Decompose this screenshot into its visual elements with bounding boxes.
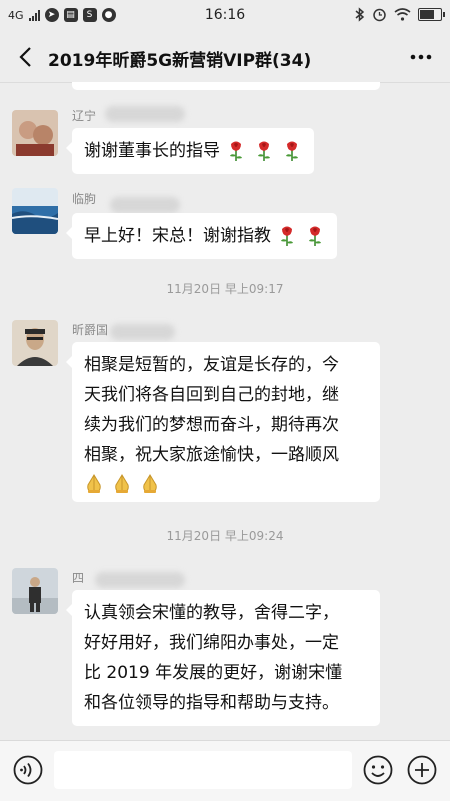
message-line: 比 2019 年发展的更好，谢谢宋懂 [84, 663, 343, 683]
avatar[interactable] [12, 320, 58, 366]
message-text: 谢谢董事长的指导 [84, 141, 220, 161]
wifi-icon [394, 8, 411, 21]
battery-icon [418, 8, 445, 21]
plus-circle-icon [407, 755, 437, 785]
message-line: 认真领会宋懂的教导，舍得二字， [84, 603, 339, 623]
voice-icon [13, 755, 43, 785]
message-line: 续为我们的梦想而奋斗，期待再次 [84, 415, 339, 435]
more-button[interactable] [406, 44, 436, 70]
chat-title: 2019年昕爵5G新营销VIP群(34) [48, 51, 312, 71]
emoji-group [226, 140, 302, 162]
sender-name: 昕爵国 [72, 323, 109, 337]
folded-hands-icon [87, 474, 101, 493]
plus-button[interactable] [406, 754, 438, 786]
rose-icon [258, 141, 270, 161]
avatar[interactable] [12, 568, 58, 614]
status-bar: 4G ➤ ▤ S ● 16:16 [0, 0, 450, 32]
sender-name: 四 [72, 571, 85, 585]
bluetooth-icon [355, 7, 365, 22]
alarm-icon [373, 8, 386, 22]
avatar[interactable] [12, 188, 58, 234]
message-bubble[interactable]: 早上好！宋总！谢谢指教 [66, 213, 337, 259]
message-input[interactable] [54, 751, 352, 789]
rose-icon [230, 141, 242, 161]
message-text: 早上好！宋总！谢谢指教 [84, 226, 271, 246]
message-line: 天我们将各自回到自己的封地，继 [84, 385, 339, 405]
more-dots-icon [410, 54, 432, 60]
folded-hands-icon [115, 474, 129, 493]
message-line: 相聚，祝大家旅途愉快，一路顺风 [84, 445, 339, 465]
sender-name: 辽宁 [72, 109, 97, 123]
message-line: 好好用好，我们绵阳办事处，一定 [84, 633, 339, 653]
rose-icon [281, 226, 293, 246]
message-line: 相聚是短暂的，友谊是长存的，今 [84, 355, 339, 375]
voice-button[interactable] [12, 754, 44, 786]
back-button[interactable] [10, 40, 42, 74]
timestamp: 11月20日 早上09:24 [166, 529, 284, 543]
message-line: 和各位领导的指导和帮助与支持。 [84, 693, 339, 713]
input-bar [0, 740, 450, 801]
status-right [355, 7, 445, 22]
sender-name: 临朐 [72, 192, 97, 206]
previous-message-bubble [72, 82, 380, 90]
emoji-button[interactable] [362, 754, 394, 786]
rose-icon [309, 226, 321, 246]
message-bubble[interactable]: 相聚是短暂的，友谊是长存的，今 天我们将各自回到自己的封地，继 续为我们的梦想而… [66, 342, 380, 502]
emoji-group [84, 472, 368, 494]
message-bubble[interactable]: 谢谢董事长的指导 [66, 128, 314, 174]
chat-header: 2019年昕爵5G新营销VIP群(34) [0, 32, 450, 83]
avatar[interactable] [12, 110, 58, 156]
folded-hands-icon [143, 474, 157, 493]
emoji-group [277, 225, 325, 247]
emoji-face-icon [363, 755, 393, 785]
timestamp: 11月20日 早上09:17 [166, 282, 284, 296]
message-bubble[interactable]: 认真领会宋懂的教导，舍得二字， 好好用好，我们绵阳办事处，一定 比 2019 年… [66, 590, 380, 726]
rose-icon [286, 141, 298, 161]
chevron-left-icon [19, 47, 31, 67]
